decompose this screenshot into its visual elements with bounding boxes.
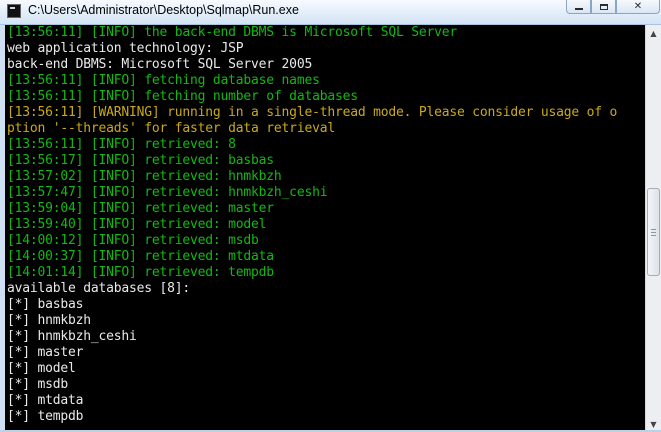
console-line: [*] mtdata — [7, 393, 84, 408]
maximize-icon — [599, 3, 608, 10]
console-line: [*] master — [7, 345, 84, 360]
console-line: [*] basbas — [7, 297, 84, 312]
console-line: back-end DBMS: Microsoft SQL Server 2005 — [7, 57, 313, 72]
console-line: available databases [8]: — [7, 281, 191, 296]
console-line: [13:57:02] [INFO] retrieved: hnmkbzh — [7, 169, 282, 184]
console-line: [13:59:04] [INFO] retrieved: master — [7, 201, 274, 216]
minimize-icon — [574, 8, 583, 10]
close-icon: ✕ — [633, 0, 643, 12]
console-output[interactable]: [13:56:11] [INFO] the back-end DBMS is M… — [5, 25, 645, 432]
close-button[interactable]: ✕ — [616, 0, 660, 14]
console-line: [13:56:11] [INFO] fetching number of dat… — [7, 89, 358, 104]
console-line: [14:01:14] [INFO] retrieved: tempdb — [7, 265, 274, 280]
console-line: [13:56:17] [INFO] retrieved: basbas — [7, 153, 274, 168]
console-line: ption '--threads' for faster data retrie… — [7, 121, 335, 136]
console-line: [13:56:11] [INFO] the back-end DBMS is M… — [7, 25, 457, 40]
console-line: [13:57:47] [INFO] retrieved: hnmkbzh_ces… — [7, 185, 328, 200]
console-app-icon — [7, 4, 21, 18]
console-line: [13:56:11] [INFO] retrieved: 8 — [7, 137, 236, 152]
console-line: [13:56:11] [INFO] fetching database name… — [7, 73, 320, 88]
console-line: web application technology: JSP — [7, 41, 244, 56]
console-line: [14:00:12] [INFO] retrieved: msdb — [7, 233, 259, 248]
scrollbar-thumb[interactable] — [647, 188, 660, 276]
console-line: [*] hnmkbzh — [7, 313, 91, 328]
vertical-scrollbar[interactable]: ▲ ▼ — [645, 25, 661, 432]
console-line: [*] model — [7, 361, 76, 376]
console-line: [*] tempdb — [7, 409, 84, 424]
title-bar[interactable]: C:\Users\Administrator\Desktop\Sqlmap\Ru… — [0, 0, 661, 25]
console-line: [13:59:40] [INFO] retrieved: model — [7, 217, 267, 232]
maximize-button[interactable] — [591, 0, 616, 14]
minimize-button[interactable] — [566, 0, 591, 14]
console-line: [13:56:11] [WARNING] running in a single… — [7, 105, 618, 120]
window-title: C:\Users\Administrator\Desktop\Sqlmap\Ru… — [28, 3, 299, 17]
grip-icon — [651, 228, 656, 236]
console-window: C:\Users\Administrator\Desktop\Sqlmap\Ru… — [0, 0, 661, 432]
arrow-up-icon[interactable]: ▲ — [646, 25, 661, 41]
console-line: [*] msdb — [7, 377, 69, 392]
console-line: [*] hnmkbzh_ceshi — [7, 329, 137, 344]
console-line: [14:00:37] [INFO] retrieved: mtdata — [7, 249, 274, 264]
